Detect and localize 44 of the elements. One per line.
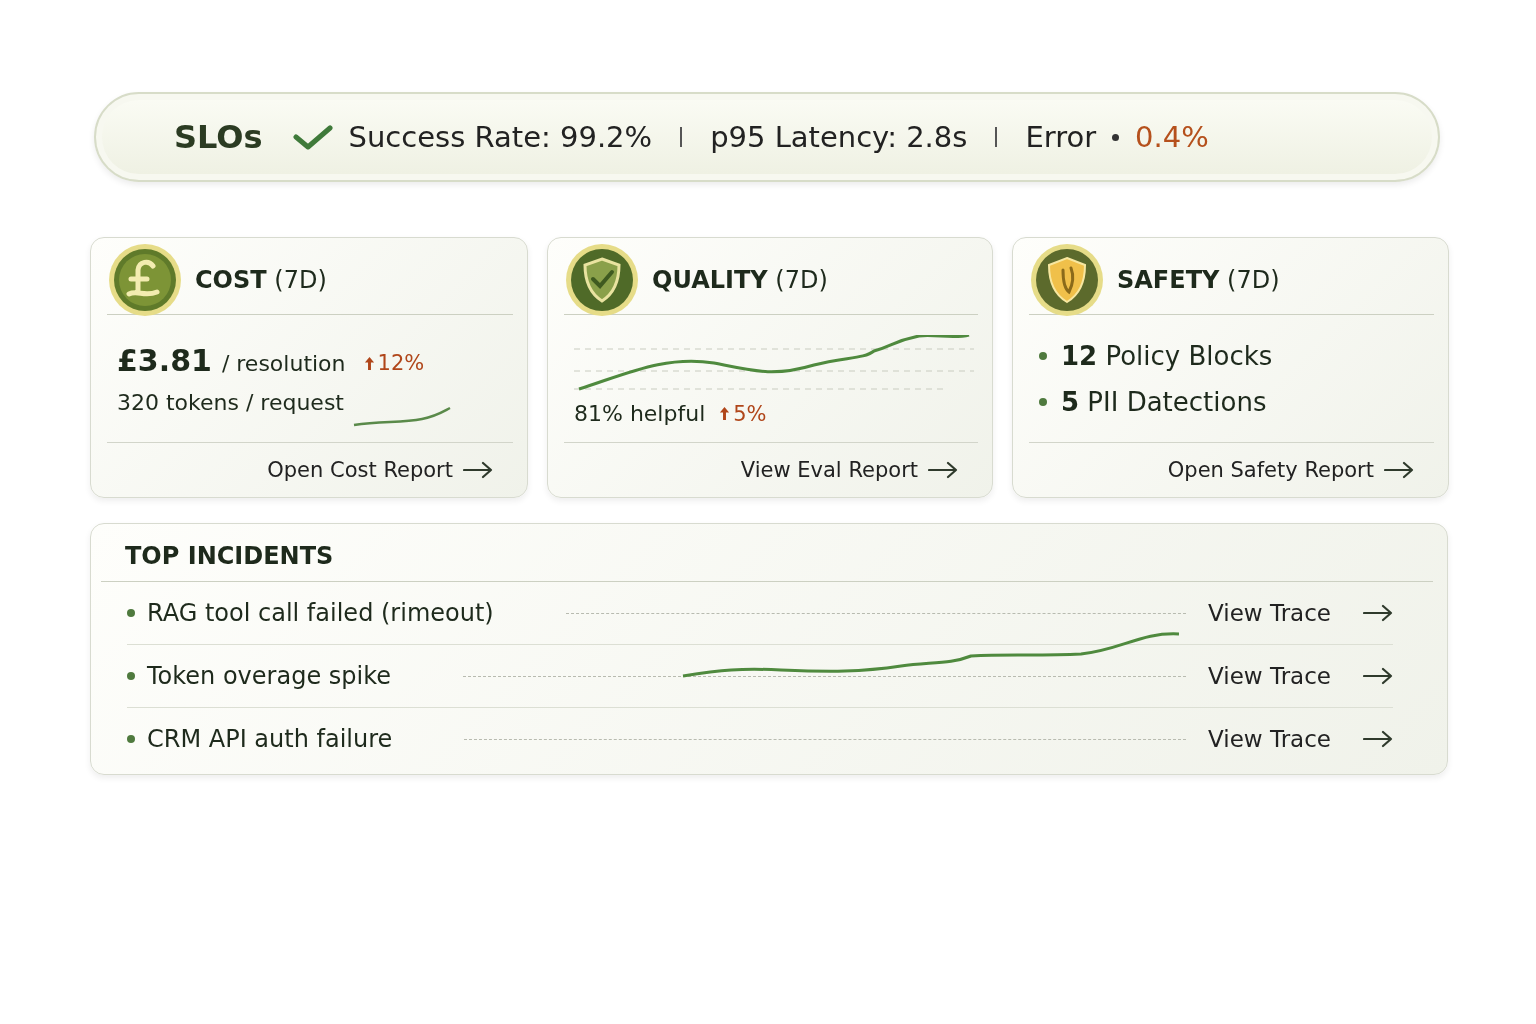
- card-title: SAFETY (7D): [1117, 266, 1280, 294]
- report-link[interactable]: Open Safety Report: [1167, 458, 1374, 482]
- report-link[interactable]: View Eval Report: [740, 458, 918, 482]
- view-trace-link[interactable]: View Trace: [1208, 726, 1331, 752]
- incident-title: CRM API auth failure: [147, 725, 393, 753]
- shield-check-icon: [564, 242, 640, 318]
- bullet-icon: [127, 609, 135, 617]
- arrow-right-icon: [1363, 667, 1393, 685]
- cost-unit: / resolution: [221, 350, 346, 376]
- bullet-icon: [127, 735, 135, 743]
- bullet-icon: [1039, 397, 1047, 406]
- trend-value: 5%: [733, 401, 767, 426]
- bullet-icon: [1112, 133, 1120, 141]
- slo-title: SLOs: [174, 118, 263, 156]
- safety-count: 5 PII Datections: [1061, 386, 1267, 417]
- helpful-text: 81% helpful: [574, 401, 706, 426]
- metric-text: Success Rate: 99.2%: [348, 120, 653, 154]
- bullet-icon: [1039, 351, 1047, 360]
- arrow-up-icon: [719, 406, 731, 421]
- pound-coin-icon: [107, 242, 183, 318]
- safety-count: 12 Policy Blocks: [1061, 340, 1273, 371]
- metric-text: p95 Latency: 2.8s: [710, 120, 968, 154]
- cost-value: £3.81: [117, 342, 212, 378]
- bullet-icon: [127, 672, 135, 680]
- view-trace-link[interactable]: View Trace: [1208, 663, 1331, 689]
- report-link[interactable]: Open Cost Report: [267, 458, 453, 482]
- view-trace-link[interactable]: View Trace: [1208, 600, 1331, 626]
- arrow-right-icon: [928, 461, 958, 479]
- tokens-text: 320 tokens / request: [117, 389, 344, 415]
- panel-title: TOP INCIDENTS: [101, 524, 1433, 582]
- arrow-right-icon: [463, 461, 493, 479]
- arrow-right-icon: [1363, 604, 1393, 622]
- incident-title: Token overage spike: [147, 662, 391, 690]
- card-title: COST (7D): [195, 266, 327, 294]
- arrow-right-icon: [1384, 461, 1414, 479]
- metric-value: 0.4%: [1135, 120, 1209, 154]
- check-icon: [292, 124, 333, 150]
- trend-value: 12%: [377, 351, 425, 375]
- arrow-up-icon: [363, 355, 375, 371]
- incident-title: RAG tool call failed (rimeout): [147, 599, 494, 627]
- metric-label: Error: [1025, 120, 1097, 154]
- shield-icon: [1029, 242, 1105, 318]
- card-title: QUALITY (7D): [652, 266, 828, 294]
- arrow-right-icon: [1363, 730, 1393, 748]
